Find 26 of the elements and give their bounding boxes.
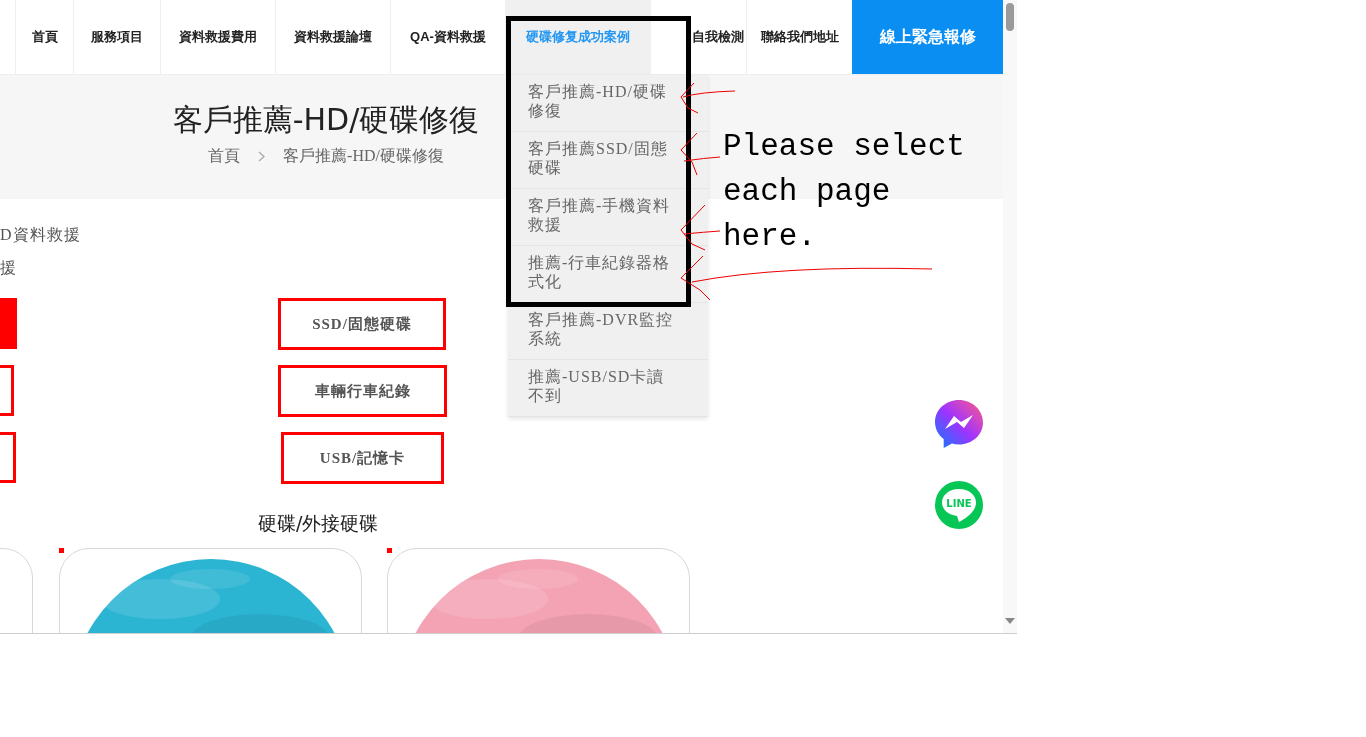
category-button[interactable]: SSD/固態硬碟 [278,298,446,350]
scrollbar-thumb[interactable] [1006,3,1014,31]
dropdown-item[interactable]: 推薦-USB/SD卡讀不到 [528,367,678,405]
dropdown-item[interactable]: 推薦-行車紀錄器格式化 [528,253,678,291]
text-link[interactable]: 援 [0,256,17,280]
chevron-icon [258,150,266,162]
nav-link[interactable]: 自我檢測 [650,0,746,74]
category-button[interactable]: 車輛行車紀錄 [278,365,447,417]
dropdown-item[interactable]: 客戶推薦SSD/固態硬碟 [528,139,678,177]
category-button[interactable]: USB/記憶卡 [281,432,444,484]
scroll-down-icon[interactable] [1005,618,1015,624]
scribble-drawing [680,204,721,251]
annotation-text: Please select each page here. [723,128,966,256]
dropdown-item[interactable]: 客戶推薦-手機資料救援 [528,196,678,234]
category-button[interactable] [0,432,16,483]
scribble-drawing [680,82,736,114]
scribble-drawing [680,132,721,176]
dropdown-item[interactable]: 客戶推薦-HD/硬碟修復 [528,82,678,120]
page-title: 客戶推薦-HD/硬碟修復 [172,101,480,139]
messenger-chat-icon[interactable] [934,399,984,449]
current-page-label: 客戶推薦-HD/硬碟修復 [283,146,444,166]
category-button[interactable] [0,365,14,416]
breadcrumb-link[interactable]: 首頁 [208,144,241,168]
text-link[interactable]: D資料救援 [0,223,81,247]
dropdown-item[interactable]: 客戶推薦-DVR監控系統 [528,310,678,348]
section-title: 硬碟/外接硬碟 [258,511,379,536]
